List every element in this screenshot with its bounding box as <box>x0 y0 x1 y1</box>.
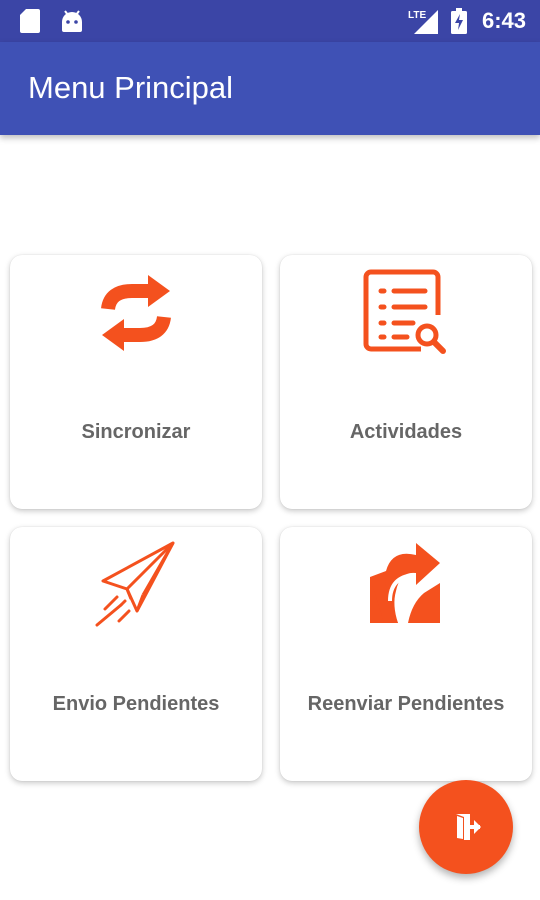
menu-card-sincronizar[interactable]: Sincronizar <box>10 255 262 509</box>
menu-card-label: Actividades <box>349 421 463 443</box>
page-title: Menu Principal <box>28 70 234 105</box>
menu-card-label: Envio Pendientes <box>52 693 220 715</box>
status-bar: LTE 6:43 <box>0 0 540 42</box>
sd-card-icon <box>20 9 40 33</box>
lte-signal-icon: LTE <box>408 10 438 34</box>
app-bar: Menu Principal <box>0 42 540 135</box>
logout-fab-button[interactable] <box>419 780 513 874</box>
resend-arrow-icon <box>370 543 440 623</box>
menu-card-actividades[interactable]: Actividades <box>280 255 532 509</box>
menu-card-reenviar-pendientes[interactable]: Reenviar Pendientes <box>280 527 532 781</box>
paper-plane-icon <box>95 541 175 627</box>
svg-text:LTE: LTE <box>408 10 426 21</box>
logout-door-icon <box>456 814 481 841</box>
status-clock: 6:43 <box>481 8 526 33</box>
battery-charging-icon <box>451 8 467 34</box>
activity-list-search-icon <box>363 269 446 354</box>
menu-card-label: Sincronizar <box>81 421 191 443</box>
menu-card-label: Reenviar Pendientes <box>307 693 505 715</box>
android-icon <box>62 10 82 32</box>
sync-icon <box>101 275 171 351</box>
menu-card-envio-pendientes[interactable]: Envio Pendientes <box>10 527 262 781</box>
